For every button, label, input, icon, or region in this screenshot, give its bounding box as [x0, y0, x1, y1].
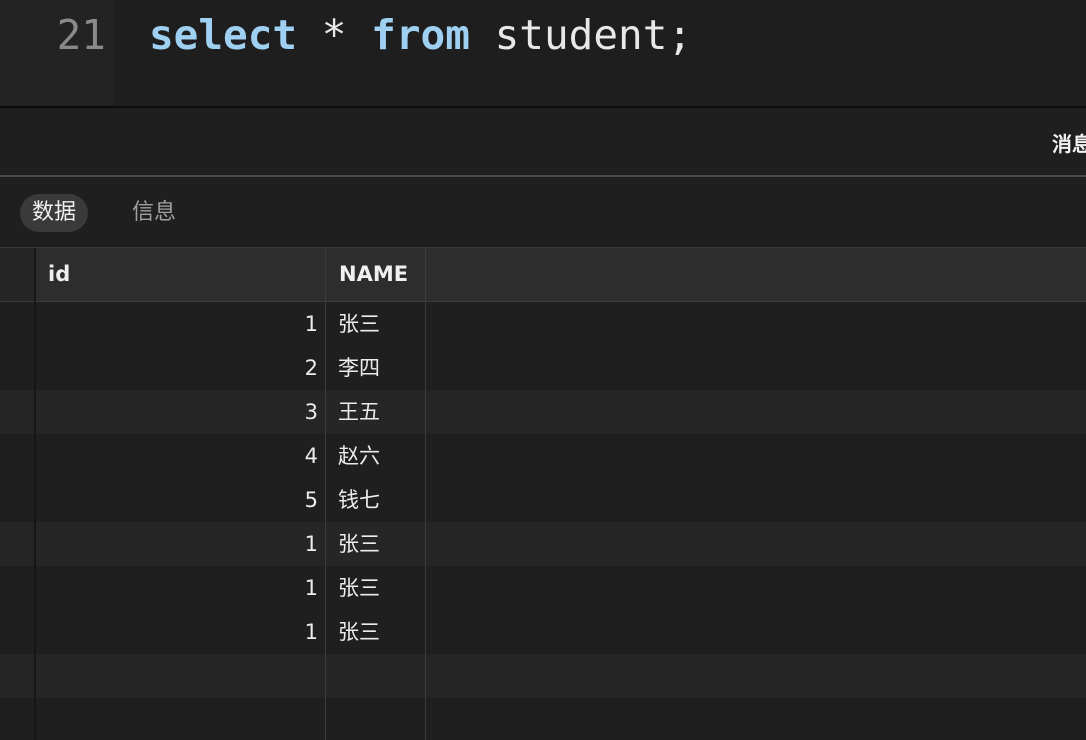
keyword-from: from: [371, 11, 470, 59]
line-number: 21: [56, 11, 106, 59]
table-row[interactable]: 4 赵六: [0, 434, 1086, 478]
column-header-name[interactable]: NAME: [339, 248, 408, 301]
row-number-header[interactable]: [0, 248, 34, 301]
app-window: 21 select * from student; 消息 数据 信息 id NA…: [0, 0, 1086, 740]
table-row[interactable]: 5 钱七: [0, 478, 1086, 522]
tab-info[interactable]: 信息: [120, 194, 188, 232]
cell-id[interactable]: 1: [36, 566, 318, 610]
message-bar: 消息: [0, 108, 1086, 175]
cell-name[interactable]: 钱七: [338, 478, 380, 522]
tab-data[interactable]: 数据: [20, 194, 89, 232]
empty-row: [0, 698, 1086, 740]
cell-id[interactable]: 3: [36, 390, 318, 434]
cell-id[interactable]: 1: [36, 522, 318, 566]
code-table-name: student;: [469, 11, 693, 59]
result-tabs: 数据 信息: [0, 177, 1086, 247]
messages-tab[interactable]: 消息: [1052, 128, 1086, 157]
cell-name[interactable]: 张三: [338, 302, 380, 346]
grid-header: id NAME: [0, 248, 1086, 302]
grid-body: 1 张三 2 李四 3 王五 4 赵六 5 钱七 1 张三 1 张三 1 张三: [0, 302, 1086, 740]
table-row[interactable]: 3 王五: [0, 390, 1086, 434]
table-row[interactable]: 1 张三: [0, 522, 1086, 566]
cell-name[interactable]: 张三: [338, 522, 380, 566]
cell-name[interactable]: 张三: [338, 610, 380, 654]
empty-row: [0, 654, 1086, 698]
keyword-select: select: [149, 11, 298, 59]
sql-editor[interactable]: 21 select * from student;: [0, 0, 1086, 106]
cell-id[interactable]: 2: [36, 346, 318, 390]
table-row[interactable]: 1 张三: [0, 610, 1086, 654]
cell-name[interactable]: 王五: [338, 390, 380, 434]
column-divider: [325, 248, 326, 740]
editor-gutter: 21: [0, 0, 114, 106]
cell-id[interactable]: 4: [36, 434, 318, 478]
column-header-id[interactable]: id: [48, 248, 70, 301]
code-star: *: [297, 11, 372, 59]
cell-id[interactable]: 1: [36, 302, 318, 346]
cell-id[interactable]: 1: [36, 610, 318, 654]
cell-name[interactable]: 李四: [338, 346, 380, 390]
cell-name[interactable]: 赵六: [338, 434, 380, 478]
code-line[interactable]: select * from student;: [149, 11, 692, 59]
cell-id[interactable]: 5: [36, 478, 318, 522]
row-number-divider: [34, 248, 36, 740]
table-row[interactable]: 1 张三: [0, 302, 1086, 346]
cell-name[interactable]: 张三: [338, 566, 380, 610]
result-grid: id NAME 1 张三 2 李四 3 王五 4 赵六 5 钱七 1 张三 1 …: [0, 248, 1086, 740]
table-row[interactable]: 1 张三: [0, 566, 1086, 610]
table-row[interactable]: 2 李四: [0, 346, 1086, 390]
column-divider: [425, 248, 426, 740]
